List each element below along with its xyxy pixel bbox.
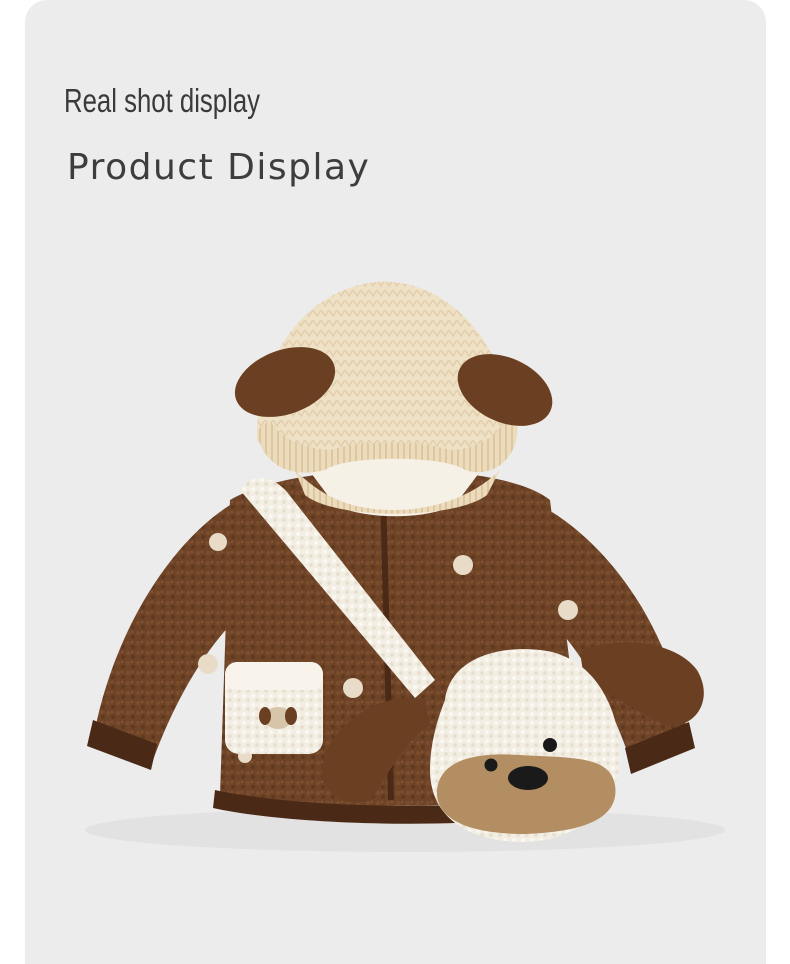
product-photo bbox=[85, 281, 725, 852]
product-card: Real shot display Product Display bbox=[25, 0, 766, 964]
